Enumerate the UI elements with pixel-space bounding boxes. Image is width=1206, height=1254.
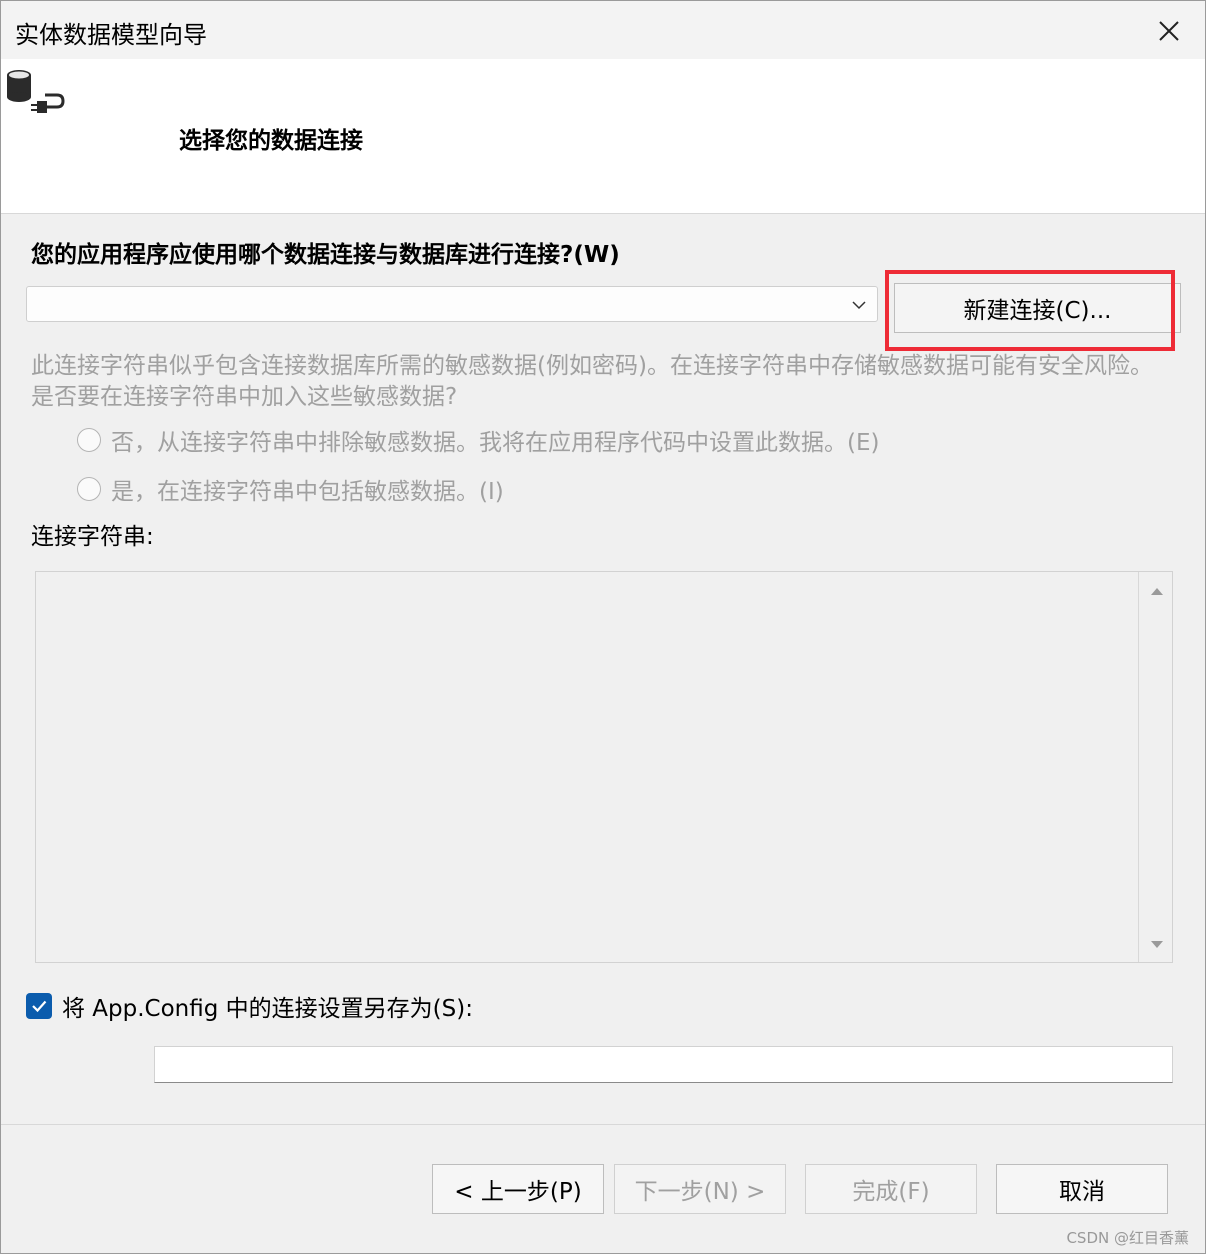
save-connection-checkbox-row[interactable]: 将 App.Config 中的连接设置另存为(S):: [26, 989, 473, 1023]
exclude-sensitive-radio[interactable]: 否，从连接字符串中排除敏感数据。我将在应用程序代码中设置此数据。(E): [77, 423, 879, 457]
footer-divider: [1, 1124, 1205, 1125]
connection-string-label: 连接字符串:: [31, 524, 154, 550]
exclude-sensitive-label: 否，从连接字符串中排除敏感数据。我将在应用程序代码中设置此数据。(E): [111, 430, 880, 456]
radio-button[interactable]: [77, 428, 101, 452]
close-icon[interactable]: [1147, 9, 1191, 53]
connection-string-textarea[interactable]: [35, 571, 1173, 963]
window-title: 实体数据模型向导: [15, 21, 207, 49]
vertical-scrollbar[interactable]: [1138, 572, 1172, 962]
finish-button[interactable]: 完成(F): [805, 1164, 977, 1214]
back-button[interactable]: < 上一步(P): [432, 1164, 604, 1214]
connection-name-input[interactable]: [154, 1046, 1173, 1083]
chevron-down-icon: [852, 301, 866, 310]
watermark: CSDN @红目香薰: [1066, 1229, 1189, 1247]
sensitive-data-warning: 此连接字符串似乎包含连接数据库所需的敏感数据(例如密码)。在连接字符串中存储敏感…: [31, 353, 1153, 410]
checkmark-icon: [32, 1000, 47, 1013]
scroll-down-icon[interactable]: [1151, 941, 1163, 948]
save-connection-checkbox[interactable]: [26, 993, 52, 1019]
entity-data-model-wizard-dialog: 实体数据模型向导 选择您的数据连接 您的应用程序应使用哪个数据连接与数据库进行连…: [0, 0, 1206, 1254]
scroll-up-icon[interactable]: [1151, 588, 1163, 595]
new-connection-button[interactable]: 新建连接(C)...: [894, 283, 1181, 333]
title-bar: 实体数据模型向导: [1, 1, 1205, 59]
connection-question-label: 您的应用程序应使用哪个数据连接与数据库进行连接?(W): [31, 242, 620, 268]
include-sensitive-radio[interactable]: 是，在连接字符串中包括敏感数据。(I): [77, 472, 504, 506]
wizard-header: 选择您的数据连接: [1, 59, 1205, 214]
database-plug-icon: [7, 70, 65, 113]
next-button[interactable]: 下一步(N) >: [614, 1164, 786, 1214]
connection-dropdown[interactable]: [26, 286, 878, 322]
page-title: 选择您的数据连接: [179, 128, 363, 154]
cancel-button[interactable]: 取消: [996, 1164, 1168, 1214]
save-connection-label: 将 App.Config 中的连接设置另存为(S):: [62, 996, 473, 1022]
radio-button[interactable]: [77, 477, 101, 501]
include-sensitive-label: 是，在连接字符串中包括敏感数据。(I): [111, 479, 504, 505]
